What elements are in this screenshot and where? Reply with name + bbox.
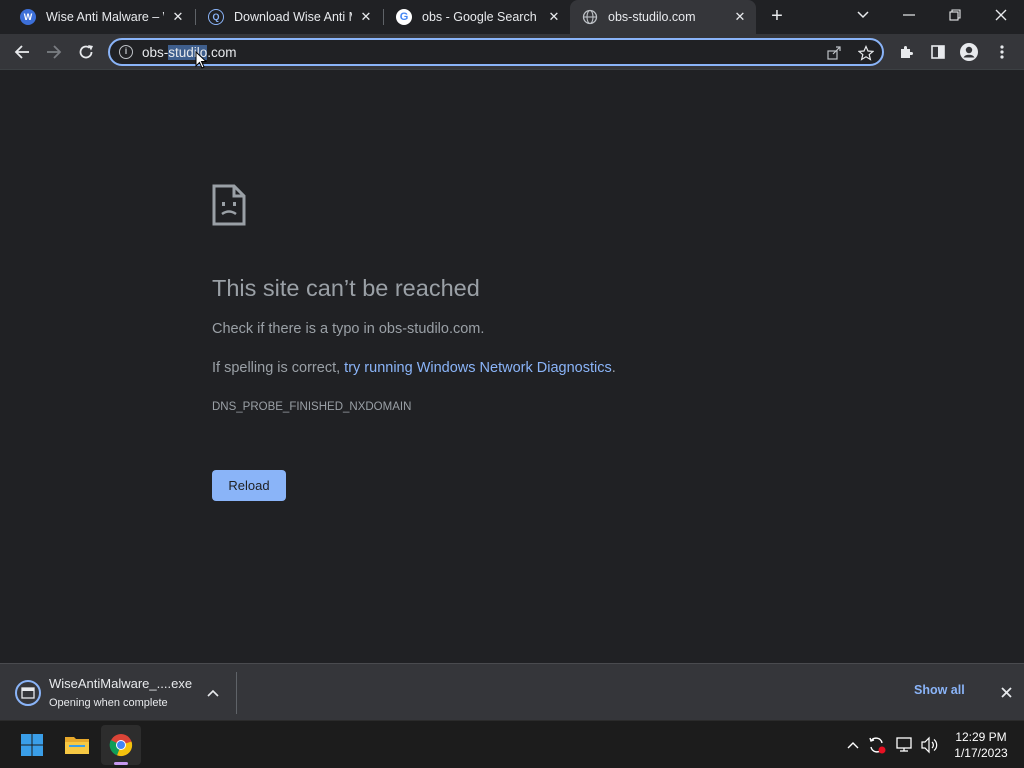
profile-avatar-icon[interactable] [955,38,983,66]
wise-favicon-icon: W [20,9,36,25]
download-shelf: WiseAntiMalware_....exe Opening when com… [0,663,1024,720]
minimize-button[interactable] [886,0,932,30]
sad-page-icon [212,184,246,231]
google-favicon-icon: G [396,9,412,25]
tab-close-icon[interactable]: ✕ [732,9,748,25]
tab-title: Wise Anti Malware – W [46,10,164,24]
file-explorer-icon[interactable] [57,725,97,765]
back-button[interactable] [8,38,36,66]
url-suffix: .com [207,45,237,60]
clock-time: 12:29 PM [955,730,1007,744]
bookmark-star-icon[interactable] [856,43,876,63]
menu-kebab-icon[interactable] [988,38,1016,66]
download-status: Opening when complete [49,697,168,709]
tab-title: Download Wise Anti M [234,10,352,24]
show-all-button[interactable]: Show all [914,683,965,697]
tab-google-search[interactable]: G obs - Google Search ✕ [384,0,570,34]
error-title: This site can’t be reached [212,275,480,301]
chevron-up-icon[interactable] [203,683,223,703]
download-progress-icon[interactable] [15,680,41,706]
tab-obs-studilo[interactable]: obs-studilo.com ✕ [570,0,756,34]
diagnostics-suffix: . [611,360,616,376]
site-info-icon[interactable]: i [119,45,133,59]
tab-close-icon[interactable]: ✕ [358,9,374,25]
forward-button[interactable] [40,38,68,66]
address-bar[interactable]: i obs-studilo.com [108,38,884,66]
extensions-icon[interactable] [892,38,920,66]
diagnostics-hint: If spelling is correct, try running Wind… [212,360,616,376]
refresh-button[interactable] [72,38,100,66]
download-site-favicon-icon: Q [208,9,224,25]
new-tab-button[interactable]: + [766,5,788,27]
network-diagnostics-link[interactable]: try running Windows Network Diagnostics [344,360,612,376]
tab-title: obs - Google Search [422,10,537,24]
tray-overflow-chevron-icon[interactable] [843,735,863,755]
shelf-divider [236,672,237,714]
chrome-icon[interactable] [101,725,141,765]
browser-toolbar: i obs-studilo.com [0,34,1024,70]
tab-search-chevron-icon[interactable] [840,0,886,30]
error-code: DNS_PROBE_FINISHED_NXDOMAIN [212,401,412,413]
page-content: This site can’t be reached Check if ther… [0,71,1024,663]
tab-wise-anti-malware[interactable]: W Wise Anti Malware – W ✕ [8,0,194,34]
taskbar-clock[interactable]: 12:29 PM 1/17/2023 [945,729,1017,761]
start-button[interactable] [12,725,52,765]
close-window-button[interactable] [978,0,1024,30]
diagnostics-prefix: If spelling is correct, [212,360,345,376]
download-file-name[interactable]: WiseAntiMalware_....exe [49,676,192,691]
tab-title: obs-studilo.com [608,10,696,24]
typo-hint: Check if there is a typo in obs-studilo.… [212,321,485,337]
tab-close-icon[interactable]: ✕ [170,9,186,25]
url-text[interactable]: obs-studilo.com [142,45,237,60]
clock-date: 1/17/2023 [954,746,1008,760]
close-shelf-icon[interactable] [996,682,1016,702]
mouse-cursor-icon [195,50,208,74]
share-icon[interactable] [824,43,844,63]
tab-download-wise[interactable]: Q Download Wise Anti M ✕ [196,0,382,34]
windows-taskbar: 12:29 PM 1/17/2023 [0,720,1024,768]
side-panel-icon[interactable] [924,38,952,66]
tab-close-icon[interactable]: ✕ [546,9,562,25]
sync-alert-icon[interactable] [867,735,887,755]
active-app-indicator [114,762,128,765]
volume-icon[interactable] [920,735,940,755]
network-icon[interactable] [895,735,915,755]
url-prefix: obs- [142,45,169,60]
tab-strip: W Wise Anti Malware – W ✕ Q Download Wis… [0,0,1024,34]
globe-favicon-icon [582,9,598,25]
reload-button[interactable]: Reload [212,470,286,501]
restore-button[interactable] [932,0,978,30]
